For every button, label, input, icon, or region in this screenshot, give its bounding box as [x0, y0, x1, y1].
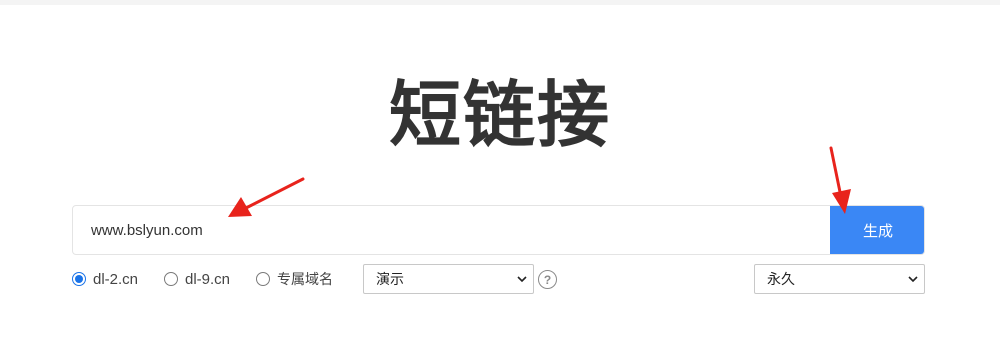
template-select-value: 演示: [376, 272, 404, 288]
domain-radio-dl2[interactable]: dl-2.cn: [72, 264, 138, 294]
chevron-down-icon: [517, 276, 527, 283]
domain-radio-custom[interactable]: 专属域名: [256, 264, 333, 294]
radio-checked-icon: [72, 272, 86, 286]
expiry-select-value: 永久: [767, 272, 795, 288]
generate-button[interactable]: 生成: [830, 206, 924, 254]
domain-radio-label: dl-9.cn: [185, 270, 231, 288]
help-question-icon[interactable]: ?: [538, 270, 557, 289]
page-title: 短链接: [388, 73, 611, 157]
template-select[interactable]: 演示: [363, 264, 534, 294]
domain-radio-label: dl-2.cn: [93, 270, 139, 288]
chevron-down-icon: [908, 276, 918, 283]
annotation-arrows: [228, 146, 851, 217]
domain-radio-dl9[interactable]: dl-9.cn: [164, 264, 230, 294]
radio-unchecked-icon: [164, 272, 178, 286]
top-strip: [0, 0, 1000, 5]
radio-unchecked-icon: [256, 272, 270, 286]
options-row: dl-2.cn dl-9.cn 专属域名 演示 ? 永久: [72, 264, 925, 294]
domain-radio-label: 专属域名: [277, 272, 333, 288]
url-input[interactable]: [73, 206, 830, 254]
url-form: 生成: [72, 205, 925, 255]
expiry-select[interactable]: 永久: [754, 264, 925, 294]
